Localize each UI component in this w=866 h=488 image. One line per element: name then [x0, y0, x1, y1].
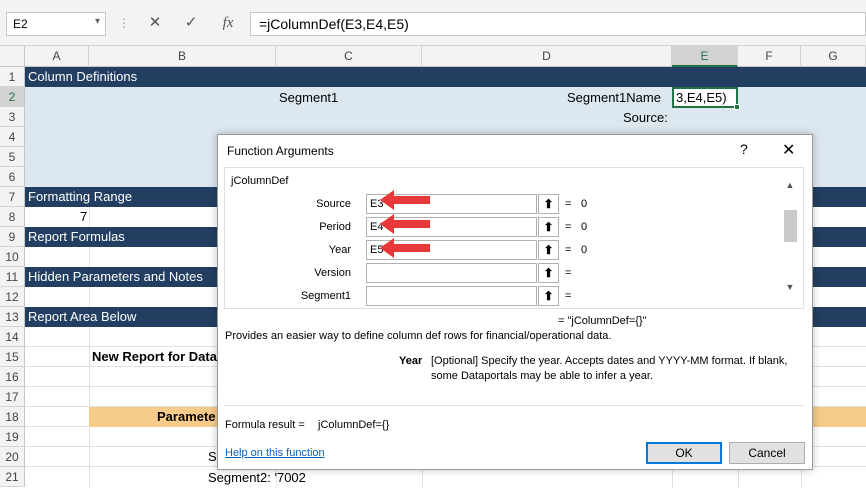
row-header[interactable]: 16 [0, 367, 25, 387]
column-header-g[interactable]: G [801, 46, 866, 67]
row-header[interactable]: 14 [0, 327, 25, 347]
cell-b8[interactable]: 7 [80, 207, 87, 227]
column-headers: A B C D E F G [0, 46, 866, 67]
arg-help-name: Year [399, 355, 423, 367]
formula-input[interactable]: =jColumnDef(E3,E4,E5) [250, 12, 866, 36]
overall-result: = "jColumnDef={}" [558, 315, 647, 327]
row-header[interactable]: 13 [0, 307, 25, 327]
row-header[interactable]: 17 [0, 387, 25, 407]
row-header[interactable]: 9 [0, 227, 25, 247]
formula-bar: E2 ▾ ⋮ ✕ ✓ fx =jColumnDef(E3,E4,E5) [0, 0, 866, 46]
scroll-up-icon[interactable]: ▲ [782, 180, 798, 194]
insert-function-icon[interactable]: fx [219, 14, 237, 32]
help-icon[interactable]: ? [740, 141, 748, 157]
enter-icon[interactable]: ✓ [182, 14, 200, 32]
equals-sign: = [565, 221, 572, 233]
annotation-arrows [380, 190, 430, 258]
dialog-title: Function Arguments [227, 144, 334, 158]
row-header[interactable]: 7 [0, 187, 25, 207]
arrow-left-icon [380, 190, 430, 210]
column-header-f[interactable]: F [738, 46, 801, 67]
row-header[interactable]: 10 [0, 247, 25, 267]
cell-b15[interactable]: New Report for Data [92, 347, 217, 367]
function-arguments-dialog: Function Arguments ? ✕ jColumnDef Source… [217, 134, 813, 470]
cell-b18[interactable]: Paramete [157, 407, 216, 427]
function-name: jColumnDef [231, 175, 289, 187]
row-header[interactable]: 3 [0, 107, 25, 127]
divider [224, 405, 804, 406]
arg-result-year: 0 [581, 244, 588, 256]
resize-handle[interactable]: ⋮ [118, 16, 130, 30]
arg-label-segment1: Segment1 [300, 290, 351, 302]
name-box[interactable]: E2 ▾ [6, 12, 106, 36]
selected-cell-e2[interactable]: 3,E4,E5) [672, 87, 738, 108]
arg-result-period: 0 [581, 221, 588, 233]
row-header[interactable]: 21 [0, 467, 25, 487]
column-header-a[interactable]: A [25, 46, 89, 67]
arg-label-period: Period [319, 221, 351, 233]
range-select-icon[interactable]: ⬆ [538, 263, 559, 283]
cancel-icon[interactable]: ✕ [146, 14, 164, 32]
help-on-function-link[interactable]: Help on this function [225, 447, 325, 459]
range-select-icon[interactable]: ⬆ [538, 194, 559, 214]
cell-d2[interactable]: Segment1Name [567, 88, 661, 108]
arg-input-version[interactable] [366, 263, 537, 283]
arg-label-source: Source [316, 198, 351, 210]
close-icon[interactable]: ✕ [782, 140, 795, 160]
arguments-scrollbar[interactable]: ▲ ▼ [782, 180, 798, 296]
row-header[interactable]: 2 [0, 87, 25, 107]
arg-label-year: Year [328, 244, 351, 256]
row-header[interactable]: 12 [0, 287, 25, 307]
fill-handle[interactable] [734, 104, 740, 110]
column-header-b[interactable]: B [89, 46, 276, 67]
arg-help-text-cont: some Dataportals may be able to infer a … [431, 370, 653, 382]
column-header-e[interactable]: E [672, 46, 738, 67]
cell-d3[interactable]: Source: [623, 108, 668, 128]
cell-c21[interactable]: Segment2: '7002 [208, 468, 306, 488]
formula-result-label: Formula result = [225, 419, 305, 431]
row-header[interactable]: 1 [0, 67, 25, 87]
row-header[interactable]: 15 [0, 347, 25, 367]
equals-sign: = [565, 267, 572, 279]
range-select-icon[interactable]: ⬆ [538, 286, 559, 306]
equals-sign: = [565, 198, 572, 210]
arguments-group: jColumnDef Source E3 ⬆ = 0 Period E4 ⬆ =… [224, 167, 804, 309]
cancel-button[interactable]: Cancel [729, 442, 805, 464]
select-all-corner[interactable] [0, 46, 25, 67]
row-header[interactable]: 8 [0, 207, 25, 227]
ok-button[interactable]: OK [646, 442, 722, 464]
row-header[interactable]: 20 [0, 447, 25, 467]
chevron-down-icon[interactable]: ▾ [95, 16, 100, 27]
row-header[interactable]: 18 [0, 407, 25, 427]
equals-sign: = [565, 290, 572, 302]
arg-result-source: 0 [581, 198, 588, 210]
formula-result-value: jColumnDef={} [318, 419, 390, 431]
equals-sign: = [565, 244, 572, 256]
row-header[interactable]: 6 [0, 167, 25, 187]
row-header[interactable]: 5 [0, 147, 25, 167]
range-select-icon[interactable]: ⬆ [538, 240, 559, 260]
arrow-left-icon [380, 238, 430, 258]
section-header-column-definitions[interactable]: Column Definitions [25, 67, 866, 87]
range-select-icon[interactable]: ⬆ [538, 217, 559, 237]
arg-input-segment1[interactable] [366, 286, 537, 306]
column-header-c[interactable]: C [276, 46, 422, 67]
name-box-value: E2 [13, 17, 28, 31]
arrow-left-icon [380, 214, 430, 234]
row-header[interactable]: 19 [0, 427, 25, 447]
scroll-thumb[interactable] [784, 210, 797, 242]
row-header[interactable]: 4 [0, 127, 25, 147]
arg-label-version: Version [314, 267, 351, 279]
scroll-down-icon[interactable]: ▼ [782, 282, 798, 296]
function-description: Provides an easier way to define column … [225, 330, 612, 342]
column-header-d[interactable]: D [422, 46, 672, 67]
arg-help-text: [Optional] Specify the year. Accepts dat… [431, 355, 788, 367]
row-header[interactable]: 11 [0, 267, 25, 287]
cell-c2[interactable]: Segment1 [279, 88, 338, 108]
